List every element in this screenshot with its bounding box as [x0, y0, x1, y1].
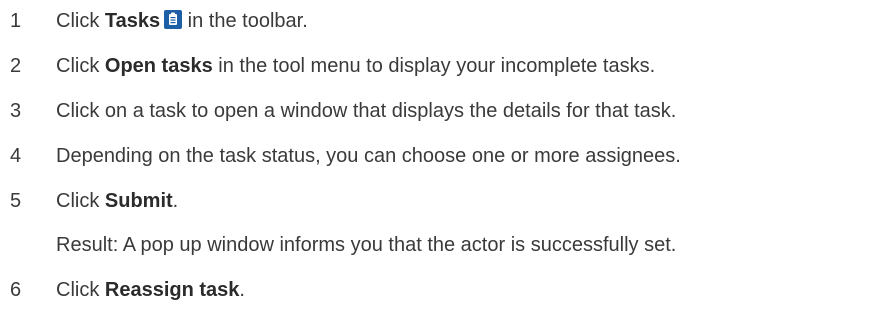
reassign-task-label: Reassign task: [104, 279, 240, 301]
step-text: Depending on the task status, you can ch…: [56, 145, 681, 167]
step-text: Click Reassign task.: [56, 279, 245, 301]
result-text: Result: A pop up window informs you that…: [56, 234, 677, 256]
tasks-clipboard-icon: [164, 9, 183, 29]
submit-label: Submit: [104, 190, 173, 212]
step-number: 4: [10, 145, 22, 167]
tasks-label: Tasks: [104, 10, 161, 32]
step-text: Click on a task to open a window that di…: [56, 100, 677, 122]
open-tasks-label: Open tasks: [104, 55, 213, 77]
step-number: 2: [10, 55, 22, 77]
step-text: Click Open tasks in the tool menu to dis…: [56, 55, 656, 77]
step-number: 1: [10, 10, 22, 32]
step-number: 3: [10, 100, 22, 122]
step-number: 5: [10, 190, 22, 212]
instruction-steps: 1 Click Tasks in the toolbar. 2 Click Op…: [0, 0, 886, 329]
step-text: Click Submit.: [56, 190, 179, 212]
step-number: 6: [10, 279, 22, 301]
step-text: Click Tasks in the toolbar.: [56, 9, 308, 32]
